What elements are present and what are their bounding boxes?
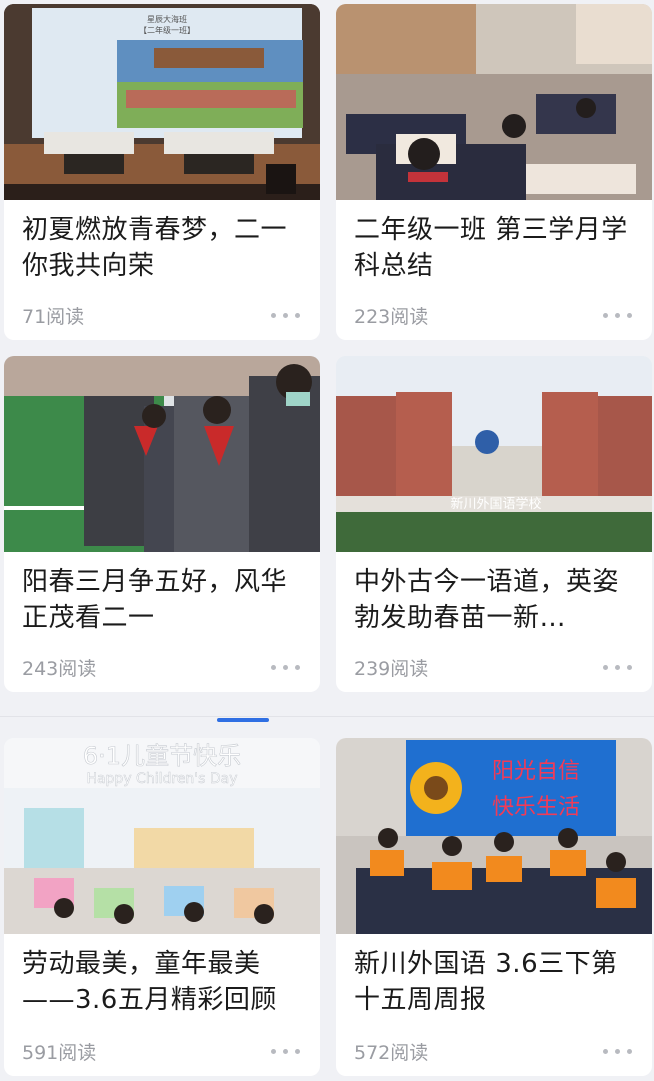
section-divider (0, 716, 654, 717)
image-title-text: 星辰大海班 (147, 14, 187, 24)
more-options-icon[interactable] (603, 665, 636, 670)
more-options-icon[interactable] (271, 313, 304, 318)
article-title[interactable]: 二年级一班 第三学月学科总结 (354, 212, 636, 284)
read-count: 223阅读 (354, 306, 429, 328)
article-thumbnail[interactable]: 新川外国语学校 (336, 356, 652, 552)
article-card[interactable]: 二年级一班 第三学月学科总结 223阅读 (336, 4, 652, 340)
more-options-icon[interactable] (603, 313, 636, 318)
read-count: 243阅读 (22, 658, 97, 680)
building-sign-text: 新川外国语学校 (450, 496, 541, 512)
banner-english-text: Happy Children's Day (86, 771, 237, 787)
article-card[interactable]: 新川外国语学校 中外古今一语道，英姿勃发助春苗一新… 239阅读 (336, 356, 652, 692)
article-title[interactable]: 中外古今一语道，英姿勃发助春苗一新… (354, 564, 636, 636)
article-thumbnail[interactable] (336, 4, 652, 200)
read-count: 591阅读 (22, 1042, 97, 1064)
more-options-icon[interactable] (603, 1049, 636, 1054)
article-card[interactable]: 阳春三月争五好，风华正茂看二一 243阅读 (4, 356, 320, 692)
article-title[interactable]: 初夏燃放青春梦，二一你我共向荣 (22, 212, 304, 284)
article-title[interactable]: 阳春三月争五好，风华正茂看二一 (22, 564, 304, 636)
article-thumbnail[interactable]: 星辰大海班 【二年级一班】 (4, 4, 320, 200)
more-options-icon[interactable] (271, 665, 304, 670)
read-count: 572阅读 (354, 1042, 429, 1064)
banner-text: 6·1儿童节快乐 (83, 742, 241, 770)
more-options-icon[interactable] (271, 1049, 304, 1054)
article-card[interactable]: 6·1儿童节快乐 Happy Children's Day 劳动最美，童年最美—… (4, 738, 320, 1076)
article-card[interactable]: 星辰大海班 【二年级一班】 初夏燃放青春梦，二一你我共向荣 71阅读 (4, 4, 320, 340)
board-text-line2: 快乐生活 (492, 795, 580, 820)
article-title[interactable]: 新川外国语 3.6三下第十五周周报 (354, 946, 636, 1018)
image-subtitle-text: 【二年级一班】 (139, 25, 195, 35)
read-count: 239阅读 (354, 658, 429, 680)
article-thumbnail[interactable]: 6·1儿童节快乐 Happy Children's Day (4, 738, 320, 934)
read-count: 71阅读 (22, 306, 85, 328)
article-title[interactable]: 劳动最美，童年最美——3.6五月精彩回顾 (22, 946, 304, 1018)
article-card[interactable]: 阳光自信 快乐生活 新川外国语 3.6三下第十五周周报 572阅读 (336, 738, 652, 1076)
scroll-indicator (217, 718, 269, 722)
article-thumbnail[interactable]: 阳光自信 快乐生活 (336, 738, 652, 934)
board-text-line1: 阳光自信 (492, 759, 580, 784)
article-thumbnail[interactable] (4, 356, 320, 552)
